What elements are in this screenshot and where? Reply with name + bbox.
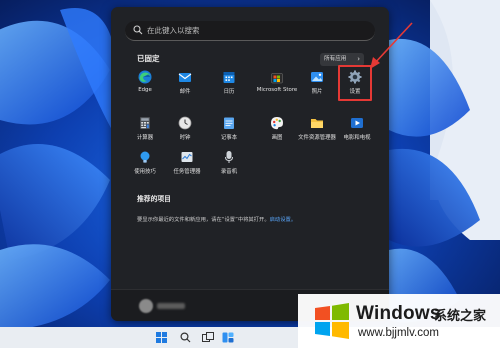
app-label: 录音机: [220, 169, 238, 175]
search-icon: [133, 25, 143, 35]
app-label: 使用技巧: [134, 169, 156, 175]
pinned-app-mail[interactable]: 邮件: [165, 65, 205, 109]
watermark-brand: Windows: [356, 303, 441, 324]
taskbar-search-icon[interactable]: [180, 332, 191, 343]
recommended-empty-text: 要显示你最近的文件和新应用，请在“设置”中将其打开。启动设置。: [137, 215, 296, 223]
app-label: 日历: [223, 89, 235, 95]
pinned-app-voice-recorder[interactable]: 录音机: [209, 145, 249, 189]
pinned-app-edge[interactable]: Edge: [125, 65, 165, 109]
pinned-app-task-manager[interactable]: 任务管理器: [165, 145, 209, 189]
movies-tv-icon: [350, 115, 364, 129]
watermark-site-name: 系统之家: [434, 309, 487, 324]
app-label: 照片: [311, 89, 323, 95]
app-label: Edge: [138, 87, 152, 93]
paint-icon: [270, 115, 284, 130]
app-label: 时钟: [179, 135, 191, 141]
avatar[interactable]: [139, 299, 153, 313]
windows-start-icon[interactable]: [156, 332, 167, 343]
watermark: Windows 系统之家 www.bjjmlv.com: [298, 294, 500, 348]
user-name-blurred: [157, 303, 185, 309]
pinned-section-title: 已固定: [137, 54, 160, 63]
widgets-icon[interactable]: [222, 332, 234, 343]
pinned-app-photos[interactable]: 照片: [297, 65, 337, 109]
task-view-icon[interactable]: [202, 332, 214, 343]
start-menu: 在此键入以搜索 已固定 所有应用 › Edge 邮件 日历 Microsoft …: [111, 7, 389, 321]
recommended-section-title: 推荐的项目: [137, 195, 171, 203]
app-label: 邮件: [179, 89, 191, 95]
store-icon: [270, 69, 284, 84]
edge-icon: [138, 69, 152, 84]
pinned-app-tips[interactable]: 使用技巧: [125, 145, 165, 189]
windows-logo-icon: [315, 303, 349, 339]
launch-settings-link[interactable]: 启动设置。: [270, 217, 297, 223]
all-apps-label: 所有应用: [324, 56, 347, 62]
photos-icon: [310, 69, 324, 83]
tips-icon: [138, 149, 152, 163]
pinned-app-microsoft-store[interactable]: Microsoft Store: [251, 65, 303, 109]
app-label: 记事本: [220, 135, 238, 141]
clock-icon: [178, 115, 192, 130]
pinned-app-calendar[interactable]: 日历: [209, 65, 249, 109]
task-manager-icon: [180, 149, 194, 163]
app-label: 电影和电视: [343, 135, 371, 141]
annotation-arrow: [370, 22, 413, 69]
calculator-icon: [138, 115, 152, 129]
app-label: 任务管理器: [173, 169, 201, 175]
app-label: Microsoft Store: [256, 87, 298, 93]
watermark-url: www.bjjmlv.com: [358, 327, 439, 339]
calendar-icon: [222, 69, 236, 83]
pinned-app-movies-tv[interactable]: 电影和电视: [335, 111, 379, 155]
search-placeholder: 在此键入以搜索: [147, 26, 200, 35]
search-box[interactable]: 在此键入以搜索: [125, 21, 375, 41]
app-label: 计算器: [136, 135, 154, 141]
recommended-message: 要显示你最近的文件和新应用，请在“设置”中将其打开。: [137, 217, 270, 223]
notepad-icon: [222, 115, 236, 129]
voice-recorder-icon: [222, 149, 236, 163]
mail-icon: [178, 69, 192, 83]
folder-icon: [310, 115, 324, 129]
